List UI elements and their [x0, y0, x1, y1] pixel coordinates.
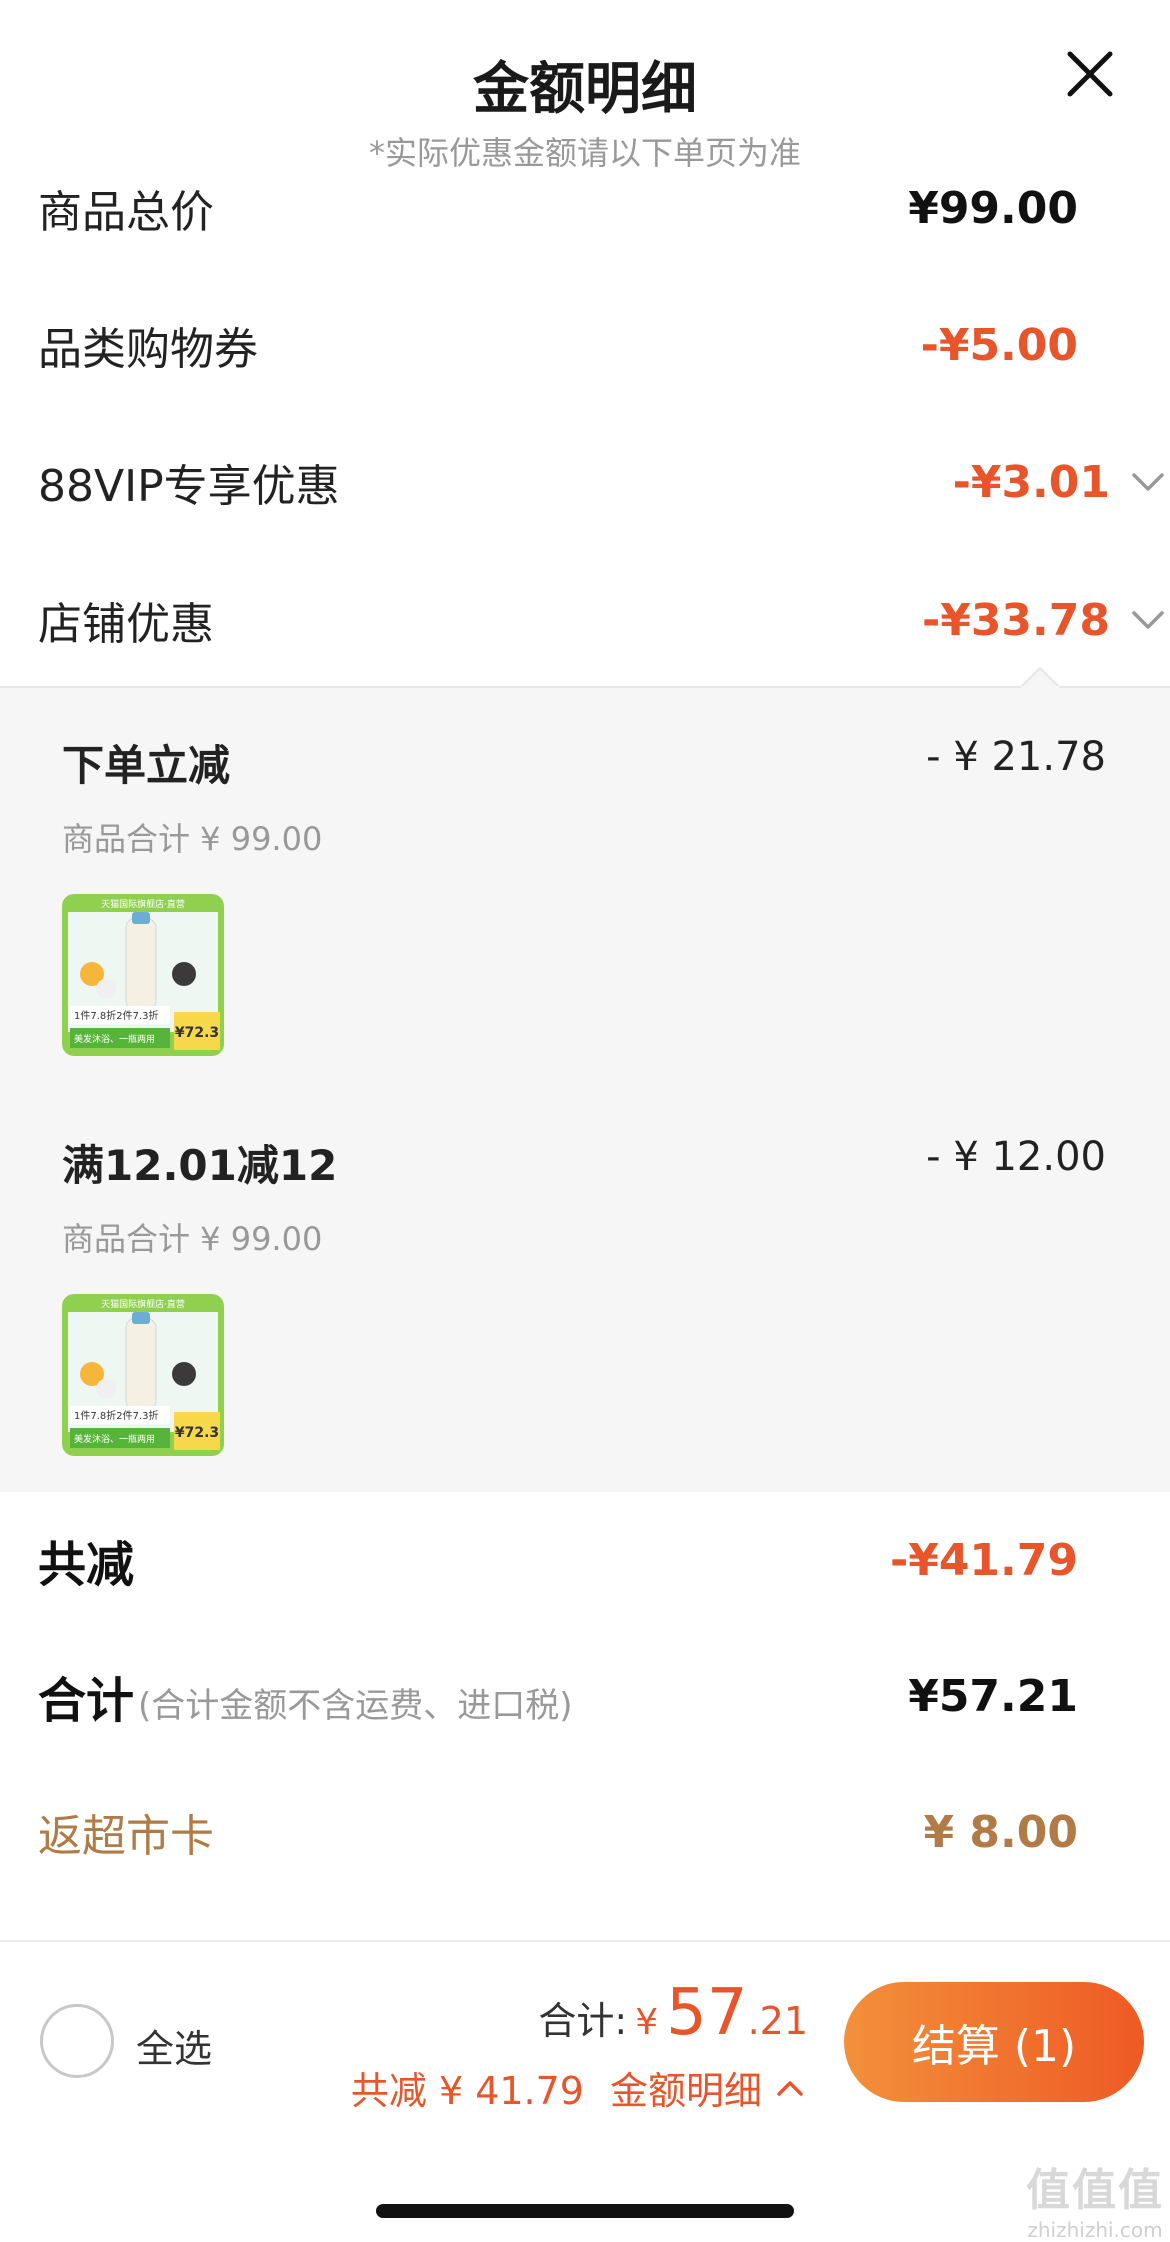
- detail-link[interactable]: 金额明细: [610, 2060, 762, 2115]
- checkout-bar: 全选 合计: ¥ 57 .21 共减 ¥ 41.79 金额明细 结算 (1): [0, 1940, 1170, 2242]
- footer-sum-label: 合计:: [538, 1999, 628, 2043]
- footer-yen: ¥: [635, 2002, 659, 2043]
- thumb-line1: 1件7.8折2件7.3折: [74, 1009, 159, 1022]
- thumb-line1: 1件7.8折2件7.3折: [74, 1409, 159, 1422]
- home-indicator[interactable]: [376, 2204, 794, 2218]
- store-discount-value: -¥33.78: [921, 594, 1110, 646]
- goods-total-label: 商品总价: [38, 187, 214, 238]
- category-coupon-label: 品类购物券: [38, 324, 258, 375]
- footer-sum: 合计: ¥ 57 .21: [538, 1976, 808, 2050]
- thumb-line2: 美发沐浴、一瓶两用: [74, 1433, 155, 1445]
- select-all-label[interactable]: 全选: [136, 2018, 212, 2073]
- detail-toggle[interactable]: 共减 ¥ 41.79 金额明细: [351, 2060, 808, 2115]
- select-all-checkbox[interactable]: [40, 2004, 114, 2078]
- row-total-discount: 共减 -¥41.79: [38, 1520, 1078, 1600]
- close-button[interactable]: [1060, 44, 1120, 104]
- thumb-price: ¥72.3: [175, 1425, 219, 1441]
- vip-discount-value: -¥3.01: [952, 456, 1110, 508]
- watermark: 值值值 zhizhizhi.com: [1026, 2154, 1164, 2242]
- product-image: 天猫国际旗舰店·直营 1件7.8折2件7.3折 美发沐浴、一瓶两用 ¥72.3: [62, 894, 224, 1056]
- thumb-price: ¥72.3: [175, 1025, 219, 1041]
- thumb-top-text: 天猫国际旗舰店·直营: [101, 1298, 185, 1310]
- row-88vip-discount[interactable]: 88VIP专享优惠 -¥3.01: [38, 442, 1170, 522]
- category-coupon-value: -¥5.00: [920, 319, 1078, 371]
- product-thumbnail[interactable]: 天猫国际旗舰店·直营 1件7.8折2件7.3折 美发沐浴、一瓶两用 ¥72.3: [62, 1294, 224, 1456]
- detail-header: 金额明细 *实际优惠金额请以下单页为准: [0, 0, 1170, 180]
- chevron-up-icon[interactable]: [772, 2070, 808, 2106]
- chevron-down-icon[interactable]: [1126, 460, 1170, 504]
- row-cashback: 返超市卡 ¥ 8.00: [38, 1792, 1078, 1872]
- store-discount-label: 店铺优惠: [38, 599, 214, 650]
- goods-total-value: ¥99.00: [908, 182, 1078, 234]
- sum-label: 合计: [38, 1673, 135, 1729]
- vip-discount-label: 88VIP专享优惠: [38, 461, 340, 512]
- footer-price-dec: .21: [747, 1999, 808, 2043]
- cashback-label: 返超市卡: [38, 1811, 214, 1862]
- thumb-top-text: 天猫国际旗舰店·直营: [101, 898, 185, 910]
- watermark-text: zhizhizhi.com: [1027, 2218, 1163, 2242]
- product-image: 天猫国际旗舰店·直营 1件7.8折2件7.3折 美发沐浴、一瓶两用 ¥72.3: [62, 1294, 224, 1456]
- total-discount-label: 共减: [38, 1537, 135, 1593]
- sum-value: ¥57.21: [908, 1670, 1078, 1722]
- checkout-button[interactable]: 结算 (1): [844, 1982, 1144, 2102]
- row-goods-total: 商品总价 ¥99.00: [38, 168, 1078, 248]
- total-discount-value: -¥41.79: [889, 1534, 1078, 1586]
- thumb-line2: 美发沐浴、一瓶两用: [74, 1033, 155, 1045]
- footer-price-int: 57: [666, 1976, 748, 2050]
- close-icon: [1067, 51, 1113, 97]
- row-store-discount[interactable]: 店铺优惠 -¥33.78: [38, 580, 1170, 660]
- footer-saving: 共减 ¥ 41.79: [350, 2069, 584, 2113]
- store-discount-detail-panel: 下单立减 - ¥ 21.78 商品合计 ¥ 99.00 天猫国际旗舰店·直营 1…: [0, 666, 1170, 1492]
- promo-title: 下单立减: [62, 741, 231, 790]
- sum-note: (合计金额不含运费、进口税): [138, 1686, 573, 1726]
- chevron-down-icon[interactable]: [1126, 598, 1170, 642]
- promo-title: 满12.01减12: [62, 1141, 338, 1190]
- promo-amount: - ¥ 12.00: [926, 1134, 1106, 1180]
- watermark-logo: 值值值: [1026, 2165, 1164, 2216]
- promo-subtotal: 商品合计 ¥ 99.00: [62, 1220, 323, 1258]
- row-sum: 合计 (合计金额不含运费、进口税) ¥57.21: [38, 1656, 1078, 1736]
- row-category-coupon: 品类购物券 -¥5.00: [38, 305, 1078, 385]
- product-thumbnail[interactable]: 天猫国际旗舰店·直营 1件7.8折2件7.3折 美发沐浴、一瓶两用 ¥72.3: [62, 894, 224, 1056]
- promo-amount: - ¥ 21.78: [926, 734, 1106, 780]
- cashback-value: ¥ 8.00: [923, 1806, 1079, 1858]
- page-title: 金额明细: [473, 57, 697, 122]
- promo-subtotal: 商品合计 ¥ 99.00: [62, 820, 323, 858]
- panel-caret: [1020, 666, 1060, 688]
